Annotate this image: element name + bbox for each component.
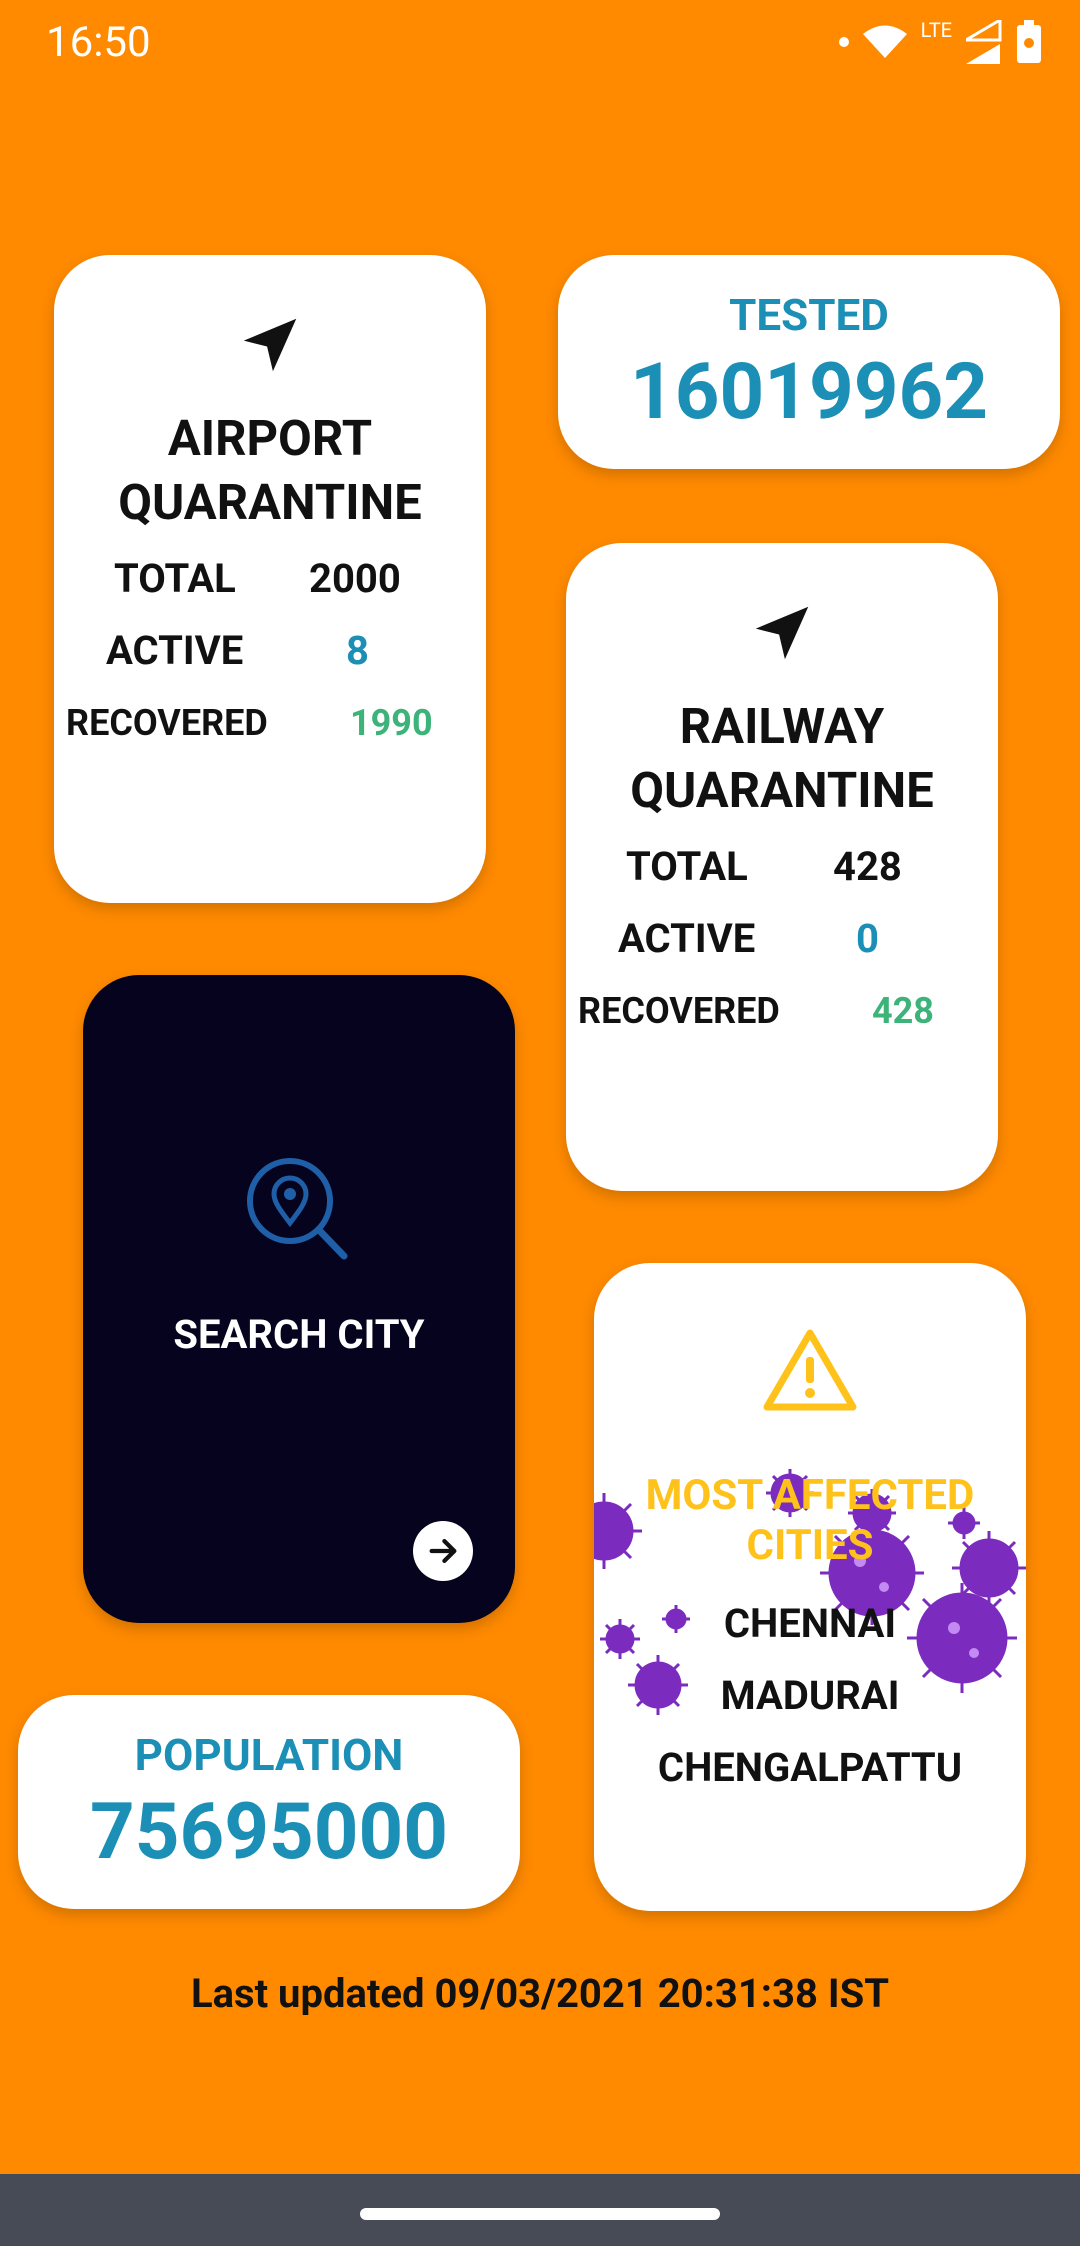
population-label: POPULATION — [134, 1729, 404, 1781]
signal-icon — [966, 20, 1002, 64]
title-line-2: QUARANTINE — [630, 762, 934, 819]
total-value: 2000 — [309, 555, 401, 602]
arrow-right-icon — [429, 1538, 457, 1564]
total-label: TOTAL — [114, 555, 236, 602]
navigation-icon — [755, 606, 809, 660]
location-search-icon — [247, 1158, 348, 1260]
population-card: POPULATION 75695000 — [18, 1695, 520, 1909]
total-value: 428 — [833, 843, 902, 890]
battery-icon — [1017, 20, 1041, 63]
city-item: MADURAI — [720, 1672, 900, 1719]
city-item: CHENNAI — [723, 1600, 897, 1647]
recovered-value: 428 — [872, 990, 934, 1032]
active-label: ACTIVE — [618, 915, 756, 962]
city-item: CHENGALPATTU — [657, 1744, 963, 1791]
home-screen: 16:50 LTE AIRPORT QUARANTINE TOTAL 2000 … — [0, 0, 1080, 2246]
status-bar: 16:50 LTE — [0, 0, 1080, 90]
last-updated-text: Last updated 09/03/2021 20:31:38 IST — [190, 1970, 889, 2017]
active-value: 0 — [856, 915, 879, 962]
recovered-value: 1990 — [350, 702, 433, 744]
title-line-1: AIRPORT — [167, 410, 373, 467]
title-line-2: QUARANTINE — [118, 474, 422, 531]
title-line-2: CITIES — [746, 1521, 874, 1570]
tested-value: 16019962 — [629, 347, 988, 438]
status-time: 16:50 — [46, 18, 151, 67]
status-icons: LTE — [838, 18, 1042, 64]
search-city-label: SEARCH CITY — [173, 1311, 425, 1358]
railway-title: RAILWAY QUARANTINE — [566, 695, 998, 823]
most-affected-card[interactable]: MOST AFFECTED CITIES CHENNAI MADURAI CHE… — [594, 1263, 1026, 1911]
active-label: ACTIVE — [106, 627, 244, 674]
tested-card: TESTED 16019962 — [558, 255, 1060, 469]
recovered-label: RECOVERED — [66, 702, 268, 744]
title-line-1: RAILWAY — [679, 698, 885, 755]
title-line-1: MOST AFFECTED — [645, 1471, 975, 1520]
airport-title: AIRPORT QUARANTINE — [54, 407, 486, 535]
home-gesture-pill[interactable] — [360, 2208, 720, 2220]
airport-quarantine-card[interactable]: AIRPORT QUARANTINE TOTAL 2000 ACTIVE 8 R… — [54, 255, 486, 903]
search-arrow-button[interactable] — [413, 1521, 473, 1581]
dot-icon — [838, 37, 849, 47]
tested-label: TESTED — [729, 289, 889, 341]
system-nav-bar — [0, 2174, 1080, 2246]
railway-quarantine-card[interactable]: RAILWAY QUARANTINE TOTAL 428 ACTIVE 0 RE… — [566, 543, 998, 1191]
population-value: 75695000 — [89, 1787, 448, 1878]
active-value: 8 — [346, 627, 369, 674]
most-affected-title: MOST AFFECTED CITIES — [594, 1471, 1026, 1571]
network-type: LTE — [920, 18, 952, 42]
total-label: TOTAL — [626, 843, 748, 890]
search-city-card[interactable]: SEARCH CITY — [83, 975, 515, 1623]
recovered-label: RECOVERED — [578, 990, 780, 1032]
wifi-icon — [862, 25, 907, 58]
warning-icon — [763, 1329, 857, 1411]
navigation-icon — [243, 318, 297, 372]
